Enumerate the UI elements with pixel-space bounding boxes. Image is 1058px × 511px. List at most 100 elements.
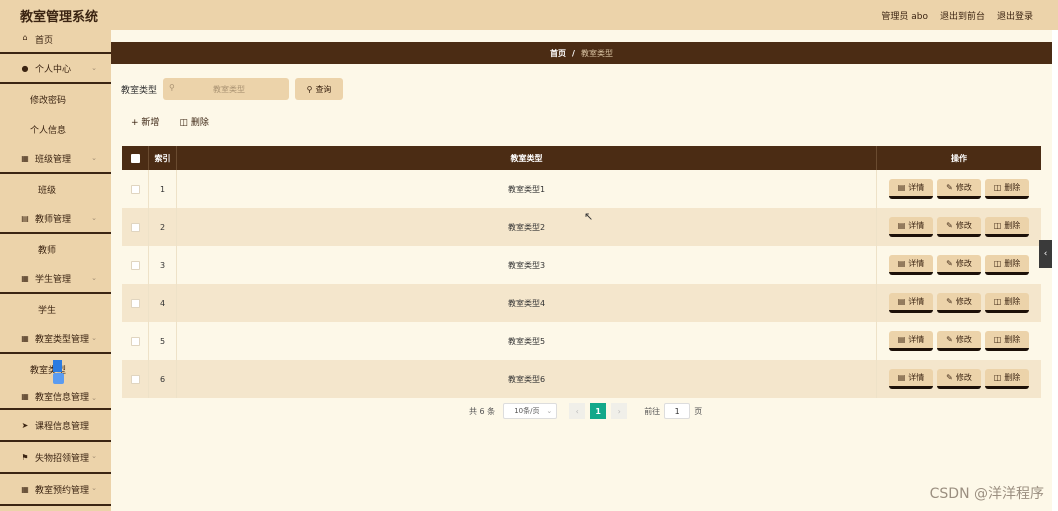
breadcrumb-home[interactable]: 首页 <box>550 48 566 59</box>
edit-button[interactable]: ✎ 修改 <box>937 293 981 313</box>
sidebar: ⌂ 首页 ● 个人中心 ⌄ 修改密码 个人信息 ▦ 班级管理 ⌄ 班级 ▤ 教师… <box>0 30 111 511</box>
chevron-left-icon: ‹ <box>1043 249 1048 259</box>
goto-page-input[interactable]: 1 <box>664 403 691 419</box>
header-check-cell <box>122 146 149 170</box>
sidebar-group-label: 班级管理 <box>35 154 72 165</box>
header-right: 管理员 abo 退出到前台 退出登录 <box>881 0 1033 30</box>
detail-button-label: 详情 <box>908 259 925 268</box>
row-checkbox[interactable] <box>130 260 140 270</box>
row-operations: ▤ 详情 ✎ 修改 ◫ 删除 <box>877 246 1041 284</box>
detail-button[interactable]: ▤ 详情 <box>889 255 933 275</box>
row-check-cell <box>122 246 149 284</box>
home-icon: ⌂ <box>22 33 28 42</box>
detail-icon: ▤ <box>897 221 906 230</box>
grid-icon: ▦ <box>21 153 29 163</box>
row-check-cell <box>122 170 149 208</box>
detail-icon: ▤ <box>897 335 906 344</box>
row-delete-button[interactable]: ◫ 删除 <box>985 331 1029 351</box>
trash-icon: ◫ <box>179 118 188 128</box>
chevron-down-icon: ⌄ <box>91 394 97 402</box>
sidebar-item-home[interactable]: ⌂ 首页 <box>0 30 111 54</box>
sidebar-item-profile[interactable]: 个人信息 <box>0 114 111 144</box>
chevron-down-icon: ⌄ <box>91 64 97 72</box>
row-check-cell <box>122 322 149 360</box>
sidebar-item-classroom-type[interactable]: 教室类型 <box>0 354 111 384</box>
detail-button[interactable]: ▤ 详情 <box>889 331 933 351</box>
select-all-checkbox[interactable] <box>130 153 140 163</box>
detail-button-label: 详情 <box>908 335 925 344</box>
row-delete-button[interactable]: ◫ 删除 <box>985 179 1029 199</box>
sidebar-group-personal[interactable]: ● 个人中心 ⌄ <box>0 54 111 84</box>
plus-icon: + <box>131 118 139 128</box>
sidebar-group-course-info[interactable]: ➤ 课程信息管理 <box>0 410 111 442</box>
add-button[interactable]: + 新增 <box>131 115 159 128</box>
next-page-button[interactable]: › <box>611 403 628 419</box>
prev-page-button[interactable]: ‹ <box>569 403 586 419</box>
detail-button[interactable]: ▤ 详情 <box>889 369 933 389</box>
back-to-front-link[interactable]: 退出到前台 <box>940 9 985 22</box>
sidebar-item-change-password[interactable]: 修改密码 <box>0 84 111 114</box>
sidebar-group-reservation[interactable]: ▦ 教室预约管理 ⌄ <box>0 474 111 506</box>
trash-icon: ◫ <box>993 259 1002 268</box>
row-type: 教室类型2 <box>177 208 877 246</box>
row-checkbox[interactable] <box>130 374 140 384</box>
sidebar-item-student[interactable]: 学生 <box>0 294 111 324</box>
table-row: 3 教室类型3 ▤ 详情 ✎ 修改 ◫ 删除 <box>122 246 1041 284</box>
sidebar-group-classroom-info[interactable]: ▦ 教室信息管理 ⌄ <box>0 384 111 410</box>
row-check-cell <box>122 208 149 246</box>
header-type: 教室类型 <box>177 146 877 170</box>
grid-icon: ▦ <box>21 484 29 494</box>
row-checkbox[interactable] <box>130 336 140 346</box>
table-body: 1 教室类型1 ▤ 详情 ✎ 修改 ◫ 删除 2 教室类型2 ▤ 详情 ✎ 修改 ◫ 删除 3 教室类型3 ▤ 详情 ✎… <box>122 170 1041 398</box>
sidebar-item-class[interactable]: 班级 <box>0 174 111 204</box>
row-checkbox[interactable] <box>130 184 140 194</box>
sidebar-group-teacher[interactable]: ▤ 教师管理 ⌄ <box>0 204 111 234</box>
detail-button[interactable]: ▤ 详情 <box>889 179 933 199</box>
row-delete-button[interactable]: ◫ 删除 <box>985 369 1029 389</box>
row-delete-button[interactable]: ◫ 删除 <box>985 217 1029 237</box>
search-input[interactable]: ⚲ 教室类型 <box>163 78 290 100</box>
page-size-select[interactable]: 10条/页 ⌄ <box>503 403 558 419</box>
trash-icon: ◫ <box>993 373 1002 382</box>
logout-link[interactable]: 退出登录 <box>997 9 1033 22</box>
sidebar-item-teacher[interactable]: 教师 <box>0 234 111 264</box>
pagination: 共 6 条 10条/页 ⌄ ‹ 1 › 前往 1 页 <box>469 403 702 419</box>
table-row: 1 教室类型1 ▤ 详情 ✎ 修改 ◫ 删除 <box>122 170 1041 208</box>
detail-icon: ▤ <box>897 297 906 306</box>
delete-button-label: 删除 <box>1004 335 1021 344</box>
edit-button[interactable]: ✎ 修改 <box>937 369 981 389</box>
row-checkbox[interactable] <box>130 298 140 308</box>
translate-icon[interactable] <box>53 373 64 384</box>
delete-button[interactable]: ◫ 删除 <box>179 115 208 128</box>
page-number-button[interactable]: 1 <box>590 403 607 419</box>
query-button[interactable]: ⚲ 查询 <box>295 78 344 100</box>
row-type: 教室类型1 <box>177 170 877 208</box>
sidebar-item-label: 修改密码 <box>30 95 67 106</box>
collapse-panel-tab[interactable]: ‹ <box>1039 240 1052 268</box>
edit-button[interactable]: ✎ 修改 <box>937 179 981 199</box>
chevron-down-icon: ⌄ <box>91 214 97 222</box>
row-delete-button[interactable]: ◫ 删除 <box>985 255 1029 275</box>
sidebar-group-lost-found[interactable]: ⚑ 失物招领管理 ⌄ <box>0 442 111 474</box>
row-operations: ▤ 详情 ✎ 修改 ◫ 删除 <box>877 208 1041 246</box>
row-delete-button[interactable]: ◫ 删除 <box>985 293 1029 313</box>
header-operation: 操作 <box>951 153 967 163</box>
sidebar-group-student[interactable]: ▦ 学生管理 ⌄ <box>0 264 111 294</box>
edit-button[interactable]: ✎ 修改 <box>937 217 981 237</box>
detail-button[interactable]: ▤ 详情 <box>889 217 933 237</box>
row-operations: ▤ 详情 ✎ 修改 ◫ 删除 <box>877 360 1041 398</box>
admin-label: 管理员 abo <box>881 11 928 22</box>
sidebar-item-label: 班级 <box>38 185 57 196</box>
row-checkbox[interactable] <box>130 222 140 232</box>
edit-button[interactable]: ✎ 修改 <box>937 331 981 351</box>
sidebar-group-classroom-type[interactable]: ▦ 教室类型管理 ⌄ <box>0 324 111 354</box>
query-button-label: 查询 <box>315 84 332 94</box>
top-header: 教室管理系统 管理员 abo 退出到前台 退出登录 <box>0 0 1058 30</box>
edit-button[interactable]: ✎ 修改 <box>937 255 981 275</box>
search-placeholder: 教室类型 <box>213 84 246 94</box>
sidebar-group-class[interactable]: ▦ 班级管理 ⌄ <box>0 144 111 174</box>
search-row: 教室类型 ⚲ 教室类型 ⚲ 查询 <box>121 78 344 100</box>
detail-button-label: 详情 <box>908 373 925 382</box>
sidebar-item-label: 首页 <box>35 36 54 46</box>
detail-button[interactable]: ▤ 详情 <box>889 293 933 313</box>
